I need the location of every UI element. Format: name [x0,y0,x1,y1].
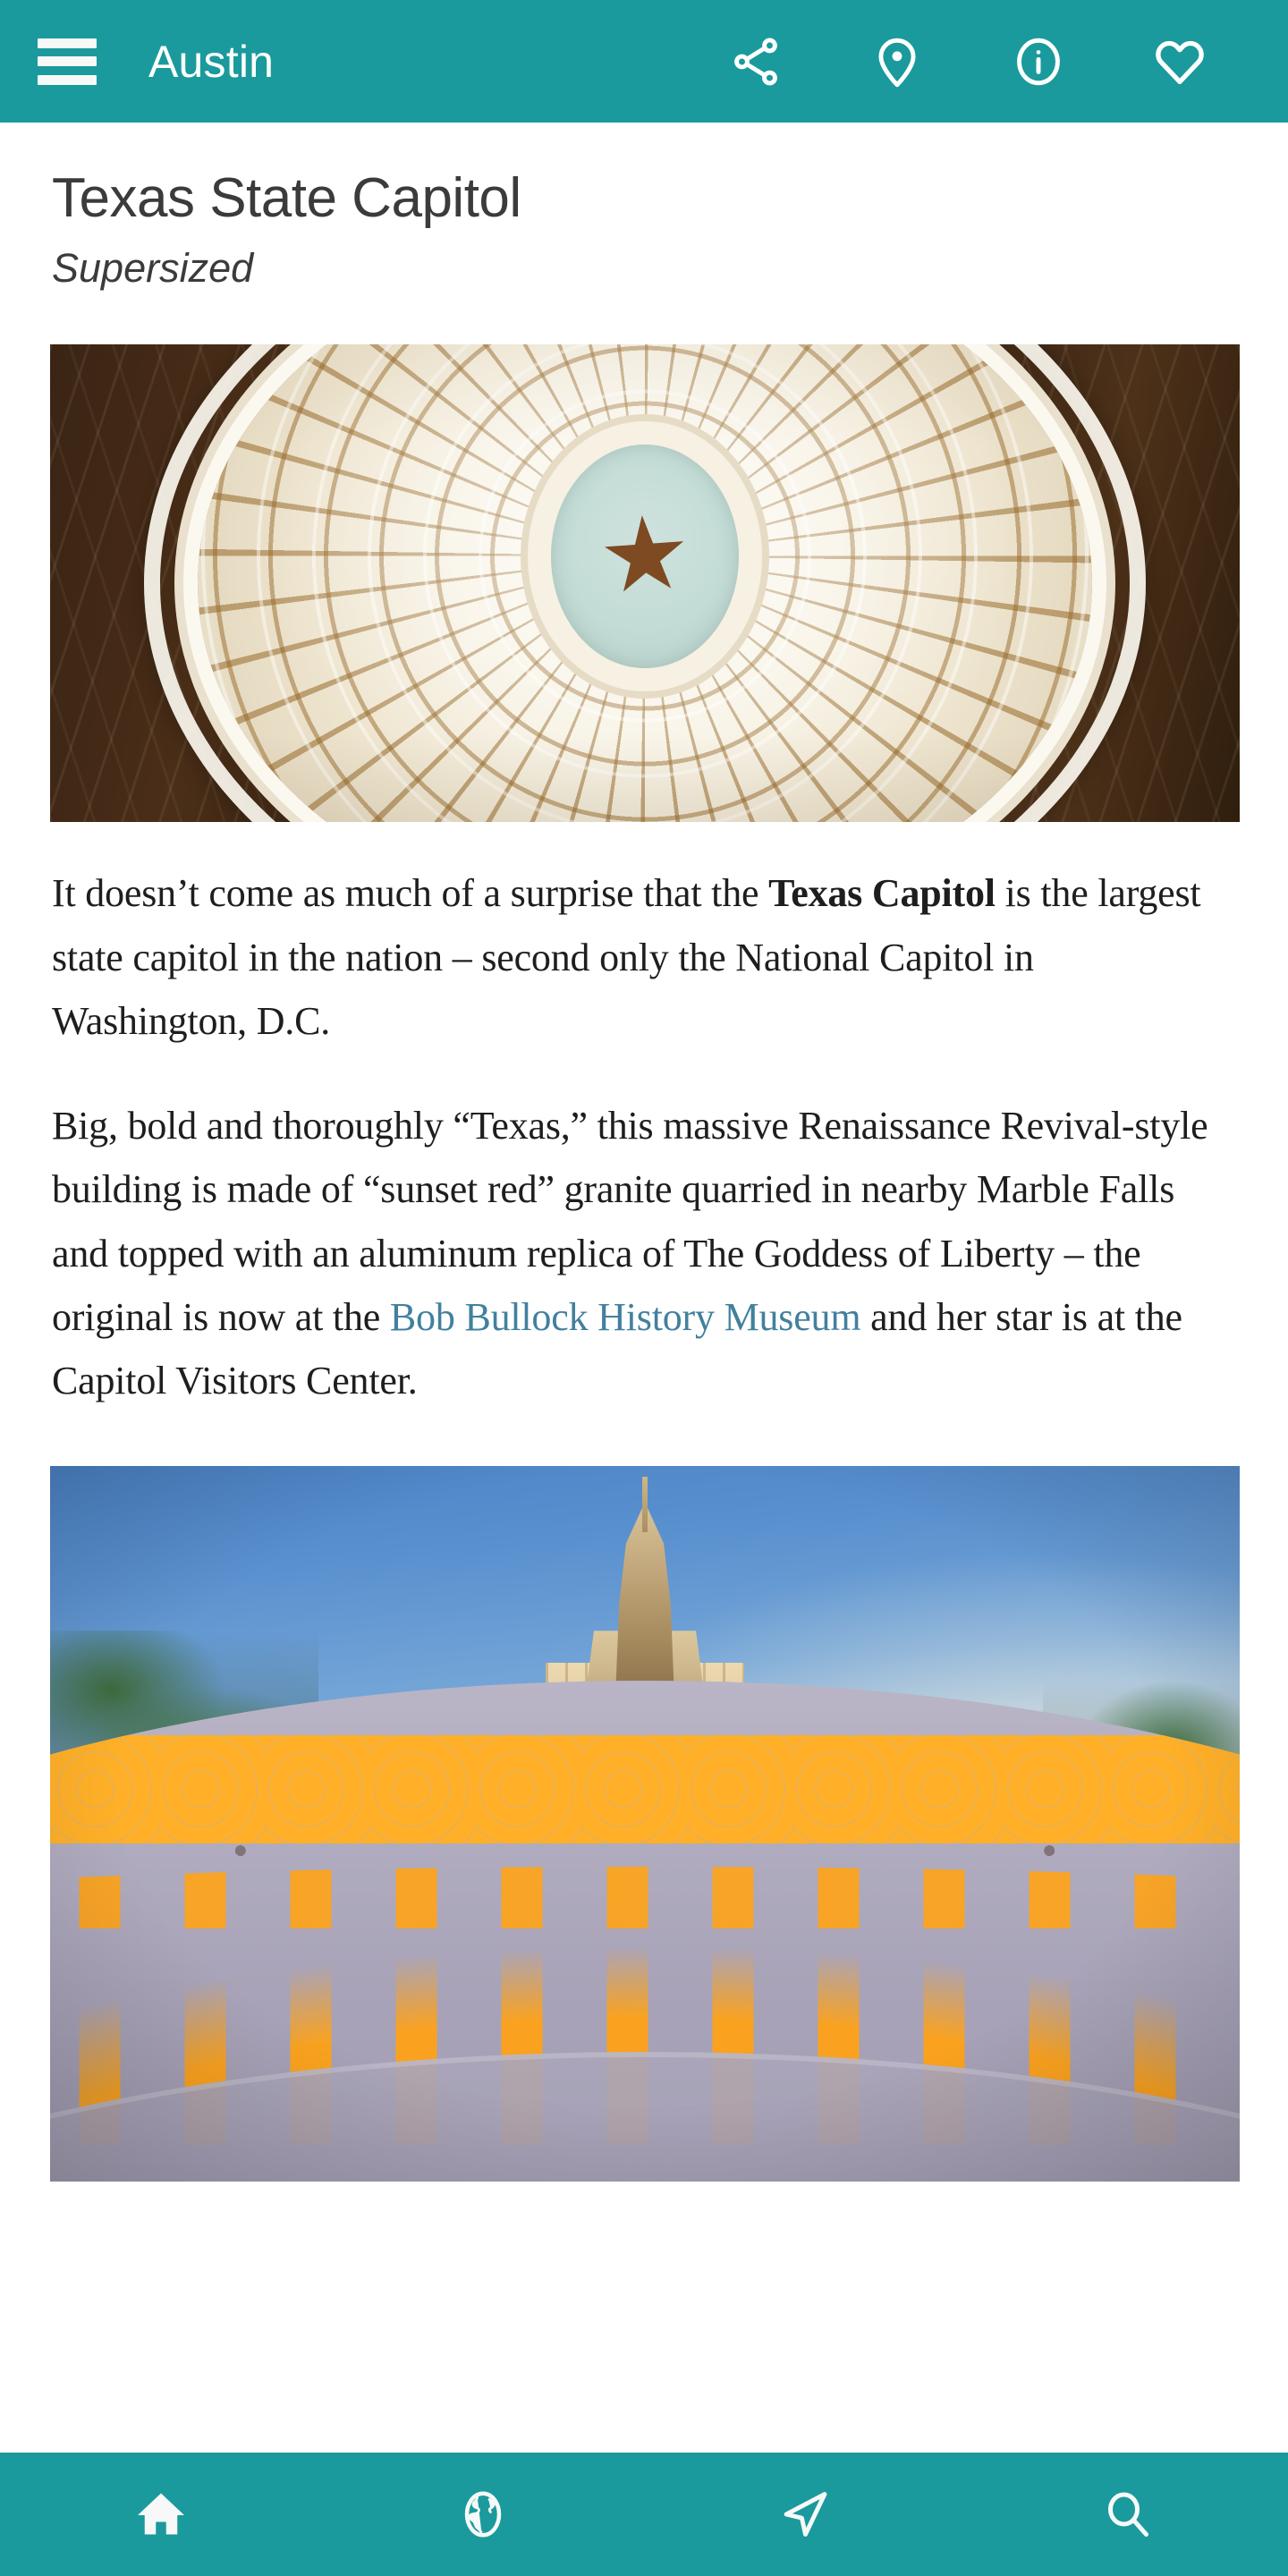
capitol-dusk-scene [50,1466,1240,2182]
info-button[interactable] [968,13,1109,111]
goddess-of-liberty-spire [642,1477,648,1533]
texas-star-icon [601,513,689,600]
paragraph-1-bold: Texas Capitol [768,871,996,916]
bottom-navigation-bar [0,2453,1288,2576]
map-pin-icon [869,34,925,89]
app-bar: Austin [0,0,1288,123]
hamburger-bar [38,56,97,66]
capitol-exterior-dusk-photo [50,1466,1240,2182]
home-icon [134,2487,188,2541]
rotunda-lower-arches [50,2134,1240,2182]
article-scroll-area[interactable]: Texas State Capitol Supersized It doesn’… [0,123,1288,2453]
app-bar-actions [685,13,1250,111]
capitol-dome-interior-photo [50,344,1240,823]
nav-search-button[interactable] [997,2453,1257,2576]
page-title: Texas State Capitol [52,167,521,229]
dome-ceiling [198,344,1092,823]
share-icon [728,34,784,89]
article-paragraph-2: Big, bold and thoroughly “Texas,” this m… [0,1094,1288,1412]
paragraph-1-lead: It doesn’t come as much of a surprise th… [52,871,769,916]
info-circle-icon [1011,34,1066,89]
hamburger-bar [38,74,97,85]
search-icon [1100,2487,1154,2541]
dome-oculus-medallion [551,444,739,668]
hamburger-menu-icon[interactable] [38,38,97,85]
app-bar-title: Austin [148,36,275,87]
globe-icon [456,2487,510,2541]
heart-icon [1151,33,1208,90]
article-paragraph-1: It doesn’t come as much of a surprise th… [0,861,1288,1053]
favorite-button[interactable] [1109,13,1250,111]
bob-bullock-history-museum-link[interactable]: Bob Bullock History Museum [390,1295,861,1339]
location-button[interactable] [826,13,968,111]
share-button[interactable] [685,13,826,111]
nav-home-button[interactable] [31,2453,291,2576]
dome-scene [50,344,1240,823]
page-subtitle: Supersized [52,245,254,292]
nav-world-button[interactable] [353,2453,613,2576]
nav-navigate-button[interactable] [675,2453,935,2576]
capitol-extension-rotunda [50,1681,1240,2182]
app-root: Austin Texas State Capitol Supersized It… [0,0,1288,2576]
navigation-arrow-icon [777,2487,833,2542]
hamburger-bar [38,38,97,48]
